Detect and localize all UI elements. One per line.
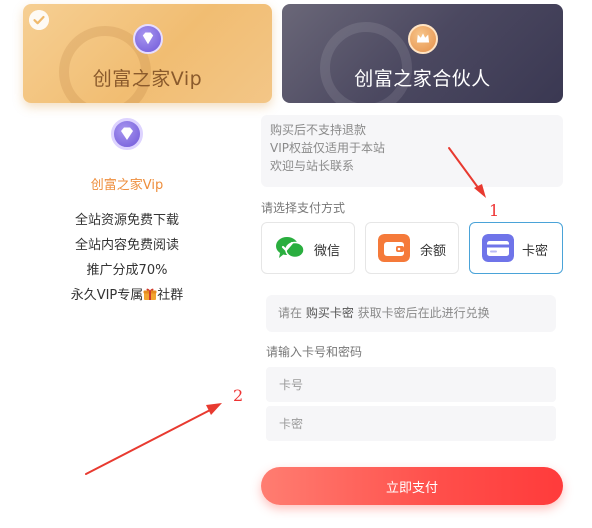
benefit-list: 全站资源免费下载 全站内容免费阅读 推广分成70% 永久VIP专属 社群 — [23, 208, 231, 308]
wechat-icon — [276, 237, 305, 259]
diamond-icon — [111, 118, 143, 150]
vip-info-panel: 创富之家Vip 全站资源免费下载 全站内容免费阅读 推广分成70% 永久VIP专… — [23, 112, 231, 308]
card-password-input[interactable] — [266, 406, 556, 441]
plan-card-partner[interactable]: 创富之家合伙人 — [282, 4, 563, 103]
gift-icon — [143, 288, 157, 300]
diamond-icon — [132, 24, 163, 54]
plan-card-vip[interactable]: 创富之家Vip — [23, 4, 272, 103]
pay-option-wechat[interactable]: 微信 — [261, 222, 355, 274]
wallet-icon — [378, 234, 410, 262]
benefit-item: 全站资源免费下载 — [74, 213, 179, 228]
notice-line: VIP权益仅适用于本站 — [270, 141, 385, 155]
payment-method-label: 请选择支付方式 — [261, 201, 346, 215]
annotation-number: 1 — [489, 201, 500, 220]
card-icon — [482, 234, 514, 262]
pay-option-label: 微信 — [314, 244, 341, 259]
pay-option-label: 余额 — [420, 244, 447, 259]
card-form-label: 请输入卡号和密码 — [266, 345, 363, 359]
benefit-item: 永久VIP专属 社群 — [70, 288, 184, 303]
pay-option-card[interactable]: 卡密 — [469, 222, 563, 274]
check-icon — [29, 10, 49, 30]
vip-name: 创富之家Vip — [90, 178, 164, 193]
buy-card-link[interactable]: 购买卡密 — [306, 306, 354, 320]
plan-title: 创富之家合伙人 — [354, 68, 491, 90]
notice-line: 购买后不支持退款 — [270, 123, 367, 137]
card-number-input[interactable] — [266, 367, 556, 402]
benefit-item: 全站内容免费阅读 — [74, 238, 179, 253]
notice-line: 欢迎与站长联系 — [270, 159, 355, 173]
pay-option-balance[interactable]: 余额 — [365, 222, 459, 274]
benefit-item: 推广分成70% — [86, 263, 168, 278]
plan-title: 创富之家Vip — [92, 68, 203, 90]
crown-icon — [407, 24, 438, 54]
exchange-hint: 请在 购买卡密 获取卡密后在此进行兑换 — [266, 295, 556, 332]
annotation-arrow-2 — [85, 403, 222, 475]
notice-box: 购买后不支持退款 VIP权益仅适用于本站 欢迎与站长联系 — [261, 115, 563, 187]
pay-now-button[interactable]: 立即支付 — [261, 467, 563, 505]
annotation-number: 2 — [233, 386, 244, 405]
pay-option-label: 卡密 — [522, 244, 549, 259]
